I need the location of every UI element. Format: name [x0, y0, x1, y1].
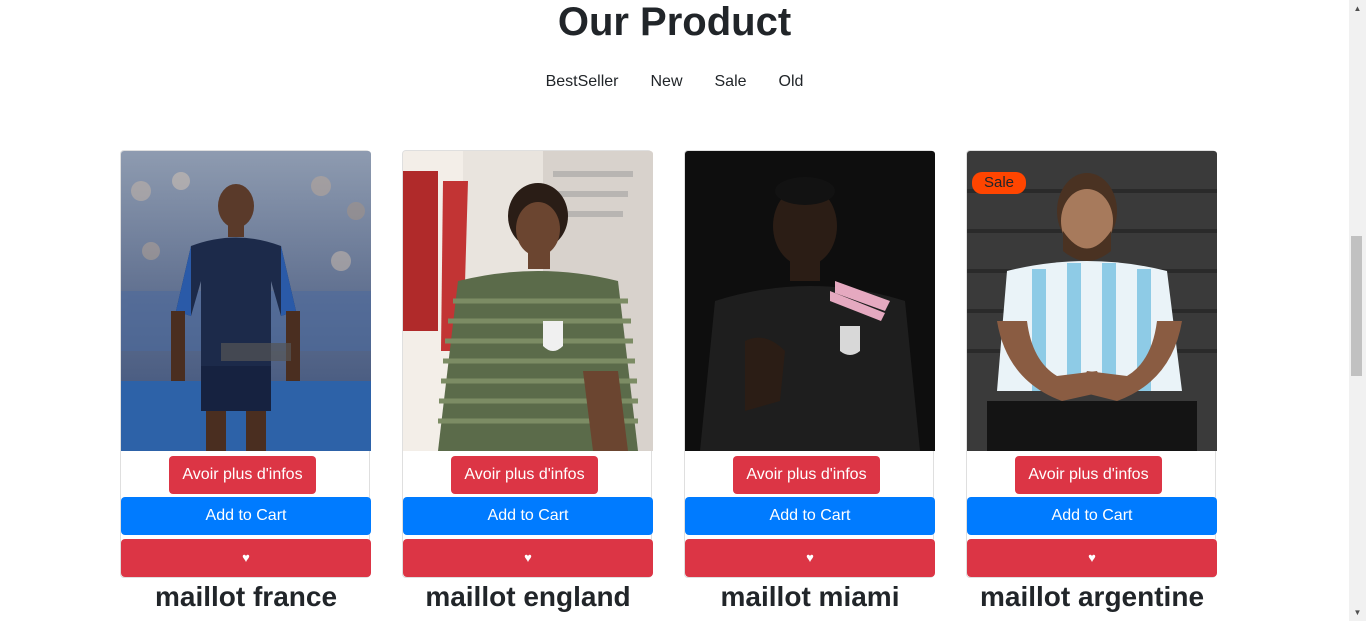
product-name: maillot miami: [720, 581, 900, 612]
filter-new[interactable]: New: [634, 72, 698, 92]
scroll-up-arrow-icon[interactable]: ▲: [1349, 0, 1366, 17]
add-to-cart-button[interactable]: Add to Cart: [121, 497, 371, 535]
filter-sale[interactable]: Sale: [699, 72, 763, 92]
scroll-down-arrow-icon[interactable]: ▼: [1349, 604, 1366, 621]
favorite-button[interactable]: ♥: [121, 539, 371, 577]
sale-badge: Sale: [972, 172, 1027, 194]
product-image-france[interactable]: [121, 151, 371, 451]
product-image-argentine[interactable]: Sale: [967, 151, 1217, 451]
more-info-button[interactable]: Avoir plus d'infos: [169, 456, 316, 494]
favorite-button[interactable]: ♥: [967, 539, 1217, 577]
filter-nav: BestSeller New Sale Old: [0, 72, 1349, 92]
heart-icon: ♥: [524, 550, 532, 565]
product-name: maillot england: [425, 581, 631, 612]
favorite-button[interactable]: ♥: [403, 539, 653, 577]
more-info-button[interactable]: Avoir plus d'infos: [733, 456, 880, 494]
filter-old[interactable]: Old: [763, 72, 820, 92]
product-image-england[interactable]: [403, 151, 653, 451]
page-scrollbar[interactable]: ▲ ▼: [1349, 0, 1366, 621]
product-card-france: Avoir plus d'infos Add to Cart ♥ maillot…: [120, 150, 371, 612]
add-to-cart-button[interactable]: Add to Cart: [967, 497, 1217, 535]
add-to-cart-button[interactable]: Add to Cart: [685, 497, 935, 535]
scrollbar-thumb[interactable]: [1351, 236, 1362, 376]
product-name: maillot france: [154, 581, 338, 612]
heart-icon: ♥: [1088, 550, 1096, 565]
more-info-button[interactable]: Avoir plus d'infos: [1015, 456, 1162, 494]
favorite-button[interactable]: ♥: [685, 539, 935, 577]
filter-bestseller[interactable]: BestSeller: [530, 72, 635, 92]
more-info-button[interactable]: Avoir plus d'infos: [451, 456, 598, 494]
product-card-argentine: Sale Avoir plus d'infos Add to Cart ♥ ma…: [966, 150, 1217, 612]
product-image-miami[interactable]: [685, 151, 935, 451]
products-page: Our Product BestSeller New Sale Old Avoi…: [0, 0, 1349, 621]
product-card-england: Avoir plus d'infos Add to Cart ♥ maillot…: [402, 150, 653, 612]
product-name: maillot argentine: [979, 581, 1205, 612]
page-title: Our Product: [557, 0, 792, 44]
product-card-miami: Avoir plus d'infos Add to Cart ♥ maillot…: [684, 150, 935, 612]
add-to-cart-button[interactable]: Add to Cart: [403, 497, 653, 535]
heart-icon: ♥: [806, 550, 814, 565]
heart-icon: ♥: [242, 550, 250, 565]
